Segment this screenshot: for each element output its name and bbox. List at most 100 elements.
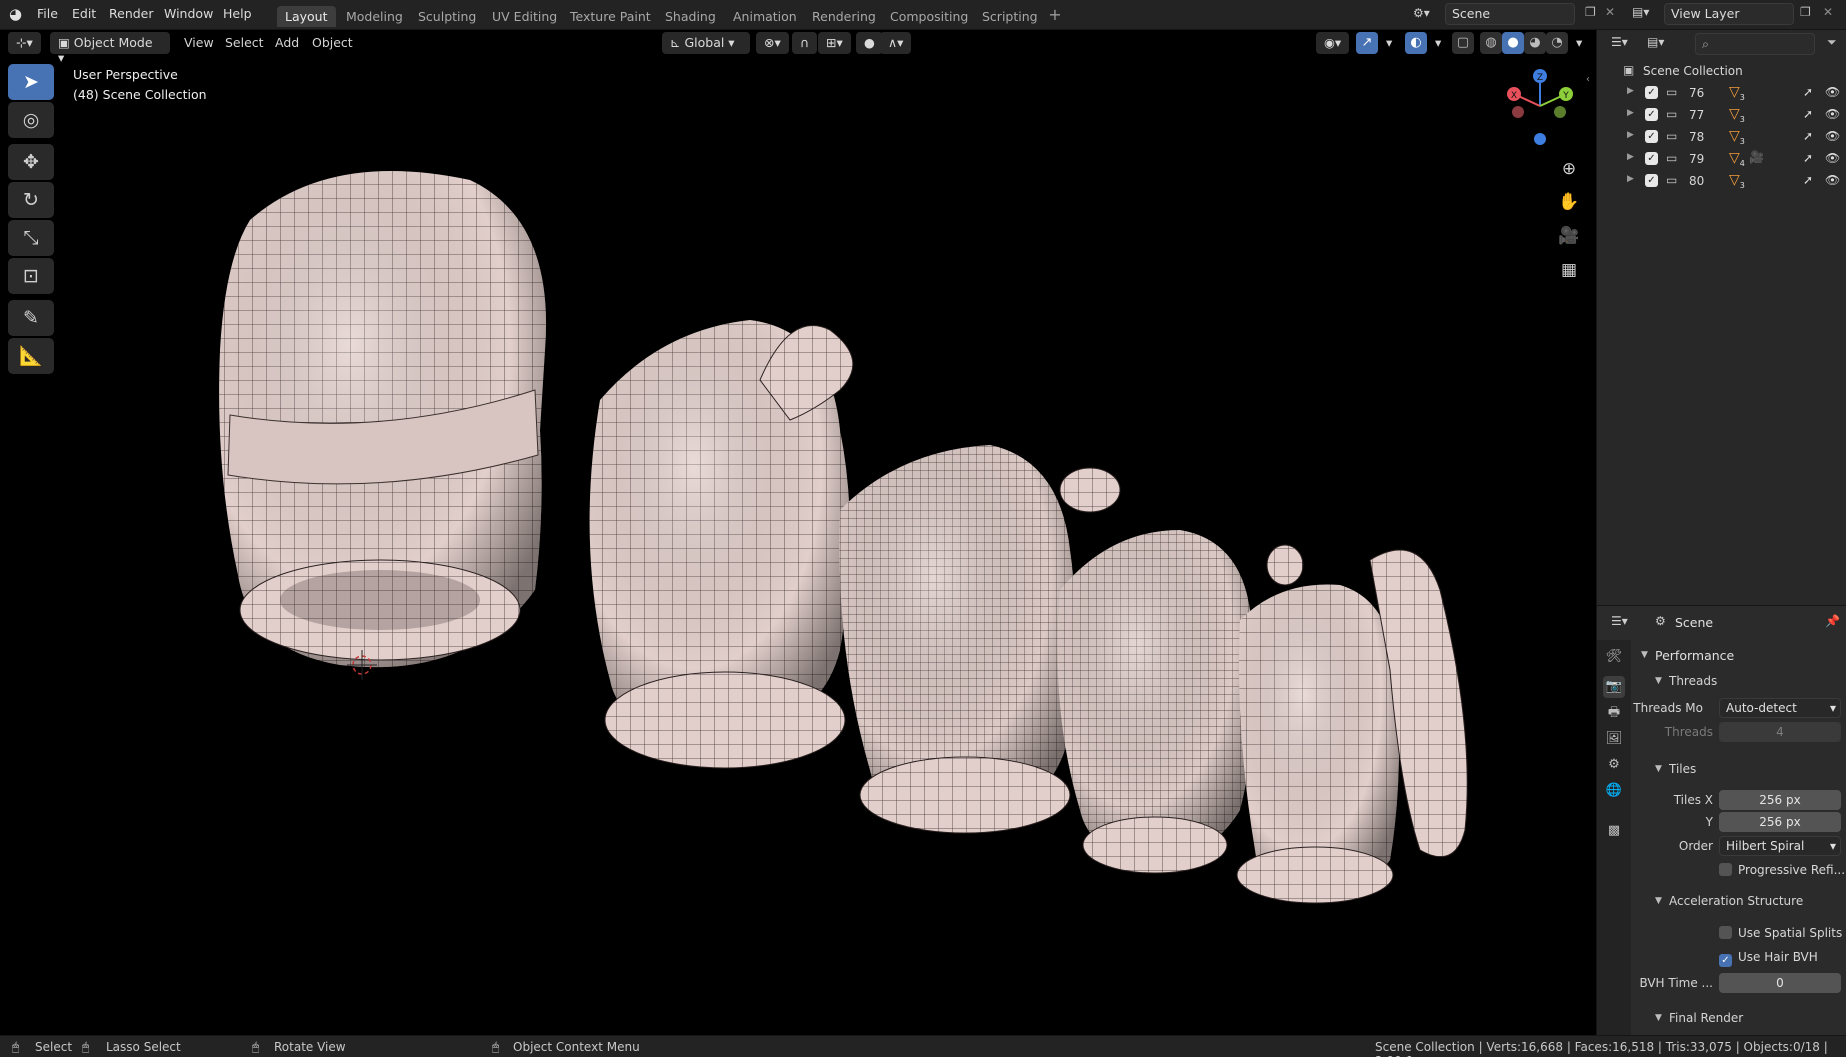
tile-order-select[interactable]: Hilbert Spiral ▾ — [1719, 836, 1841, 856]
mesh-data-icon[interactable]: ▽4 — [1729, 150, 1745, 168]
sidebar-toggle-icon[interactable]: ‹ — [1586, 74, 1590, 85]
add-workspace-icon[interactable]: + — [1046, 5, 1064, 25]
navigation-gizmo[interactable]: Z X Y — [1500, 66, 1580, 150]
eye-icon[interactable]: 👁 — [1825, 151, 1840, 165]
proportional-editing-icon[interactable]: ● — [856, 32, 883, 54]
menu-edit[interactable]: Edit — [72, 6, 96, 21]
annotate-tool-icon[interactable]: ✎ — [8, 300, 54, 336]
threads-subpanel-title[interactable]: Threads — [1669, 674, 1717, 688]
blender-logo-icon[interactable]: ◕ — [9, 5, 22, 23]
collapse-arrow-icon[interactable]: ▼ — [1655, 676, 1662, 686]
overlays-dropdown-icon[interactable]: ▾ — [1429, 33, 1447, 53]
mesh-object-5[interactable] — [1236, 544, 1468, 904]
collapse-arrow-icon[interactable]: ▼ — [1655, 764, 1662, 774]
tab-animation[interactable]: Animation — [725, 6, 805, 27]
mesh-data-icon[interactable]: ▽3 — [1729, 106, 1745, 124]
3d-viewport[interactable]: ⊹▾ ▣ Object Mode ▾ View Select Add Objec… — [0, 30, 1596, 1035]
mesh-object-4[interactable] — [1057, 530, 1256, 874]
expand-arrow-icon[interactable]: ▶ — [1627, 108, 1634, 118]
menu-help[interactable]: Help — [223, 6, 252, 21]
outliner-display-mode-icon[interactable]: ▤▾ — [1647, 35, 1664, 49]
exclude-checkbox[interactable]: ✓ — [1645, 152, 1658, 165]
overlays-toggle-icon[interactable]: ◐ — [1405, 32, 1427, 54]
pan-hand-icon[interactable]: ✋ — [1555, 188, 1583, 216]
view-layer-field[interactable]: View Layer — [1664, 3, 1794, 25]
material-shading-icon[interactable]: ◕ — [1524, 32, 1546, 54]
view-layer-tab-icon[interactable]: 🖼 — [1603, 728, 1625, 750]
mesh-object-2[interactable] — [589, 320, 854, 769]
tab-uv-editing[interactable]: UV Editing — [484, 6, 565, 27]
tab-texture-paint[interactable]: Texture Paint — [562, 6, 659, 27]
expand-arrow-icon[interactable]: ▶ — [1627, 130, 1634, 140]
menu-object[interactable]: Object — [306, 33, 359, 53]
scene-tab-icon[interactable]: ⚙ — [1603, 754, 1625, 776]
falloff-icon[interactable]: ∧▾ — [880, 32, 912, 54]
tab-scripting[interactable]: Scripting — [974, 6, 1046, 27]
filter-icon[interactable]: ⏷ — [1827, 35, 1837, 50]
view-layer-icon[interactable]: ▤▾ — [1632, 5, 1649, 19]
outliner-item-80[interactable]: ▶ ✓ ▭ 80 ▽3 ➚ 👁 — [1597, 170, 1846, 192]
tab-modeling[interactable]: Modeling — [338, 6, 411, 27]
transform-tool-icon[interactable]: ⊡ — [8, 258, 54, 294]
spatial-splits-checkbox[interactable]: Use Spatial Splits — [1719, 926, 1842, 940]
mesh-data-icon[interactable]: ▽3 — [1729, 84, 1745, 102]
exclude-checkbox[interactable]: ✓ — [1645, 108, 1658, 121]
exclude-checkbox[interactable]: ✓ — [1645, 174, 1658, 187]
expand-arrow-icon[interactable]: ▶ — [1627, 152, 1634, 162]
delete-scene-icon[interactable]: ✕ — [1605, 5, 1615, 19]
tab-rendering[interactable]: Rendering — [804, 6, 884, 27]
menu-render[interactable]: Render — [109, 6, 154, 21]
bvh-time-field[interactable]: 0 — [1719, 973, 1841, 993]
delete-view-layer-icon[interactable]: ✕ — [1823, 5, 1833, 19]
outliner-scene-collection[interactable]: ▣ Scene Collection — [1597, 60, 1846, 82]
texture-tab-icon[interactable]: ▩ — [1603, 820, 1625, 842]
tiles-y-field[interactable]: 256 px — [1719, 812, 1841, 832]
mesh-data-icon[interactable]: ▽3 — [1729, 172, 1745, 190]
rotate-tool-icon[interactable]: ↻ — [8, 182, 54, 218]
tab-compositing[interactable]: Compositing — [882, 6, 976, 27]
menu-select[interactable]: Select — [219, 33, 270, 53]
editor-type-icon[interactable]: ⊹▾ — [8, 32, 41, 54]
zoom-icon[interactable]: ⊕ — [1555, 155, 1583, 183]
move-tool-icon[interactable]: ✥ — [8, 144, 54, 180]
eye-icon[interactable]: 👁 — [1825, 85, 1840, 99]
pin-icon[interactable]: 📌 — [1825, 614, 1840, 628]
measure-tool-icon[interactable]: 📐 — [8, 338, 54, 374]
eye-icon[interactable]: 👁 — [1825, 173, 1840, 187]
collapse-arrow-icon[interactable]: ▼ — [1655, 1013, 1662, 1023]
snap-target-icon[interactable]: ⊞▾ — [818, 32, 851, 54]
visibility-icon[interactable]: ◉▾ — [1316, 32, 1350, 54]
select-box-tool-icon[interactable]: ➤ — [8, 64, 54, 100]
menu-file[interactable]: File — [37, 6, 58, 21]
cursor-tool-icon[interactable]: ◎ — [8, 102, 54, 138]
outliner-item-79[interactable]: ▶ ✓ ▭ 79 ▽4 🎥 ➚ 👁 — [1597, 148, 1846, 170]
world-tab-icon[interactable]: 🌐 — [1603, 780, 1625, 802]
selectable-icon[interactable]: ➚ — [1803, 173, 1813, 187]
selectable-icon[interactable]: ➚ — [1803, 151, 1813, 165]
scene-name-field[interactable]: Scene — [1445, 3, 1575, 25]
menu-add[interactable]: Add — [269, 33, 305, 53]
outliner-item-76[interactable]: ▶ ✓ ▭ 76 ▽3 ➚ 👁 — [1597, 82, 1846, 104]
performance-panel-title[interactable]: Performance — [1655, 648, 1734, 663]
hair-bvh-checkbox[interactable]: ✓ Use Hair BVH — [1719, 950, 1818, 967]
outliner-item-77[interactable]: ▶ ✓ ▭ 77 ▽3 ➚ 👁 — [1597, 104, 1846, 126]
mesh-object-1[interactable] — [219, 171, 547, 668]
output-tab-icon[interactable]: 🖶 — [1603, 702, 1625, 724]
properties-editor-type-icon[interactable]: ☰▾ — [1611, 614, 1628, 628]
progressive-refine-checkbox[interactable]: Progressive Refi... — [1719, 863, 1845, 877]
expand-arrow-icon[interactable]: ▶ — [1627, 174, 1634, 184]
gizmo-toggle-icon[interactable]: ↗ — [1356, 32, 1378, 54]
new-view-layer-icon[interactable]: ❐ — [1800, 5, 1811, 19]
outliner-editor-type-icon[interactable]: ☰▾ — [1611, 35, 1628, 49]
tab-shading[interactable]: Shading — [657, 6, 724, 27]
threads-mode-select[interactable]: Auto-detect ▾ — [1719, 698, 1841, 718]
scene-selector-icon[interactable]: ⚙▾ — [1413, 6, 1430, 20]
pivot-point-icon[interactable]: ⊗▾ — [756, 32, 789, 54]
menu-view[interactable]: View — [178, 33, 220, 53]
outliner-search-input[interactable]: ⌕ — [1695, 33, 1815, 55]
collapse-arrow-icon[interactable]: ▼ — [1655, 896, 1662, 906]
acceleration-subpanel-title[interactable]: Acceleration Structure — [1669, 894, 1803, 908]
solid-shading-icon[interactable]: ● — [1502, 32, 1524, 54]
menu-window[interactable]: Window — [164, 6, 213, 21]
eye-icon[interactable]: 👁 — [1825, 129, 1840, 143]
